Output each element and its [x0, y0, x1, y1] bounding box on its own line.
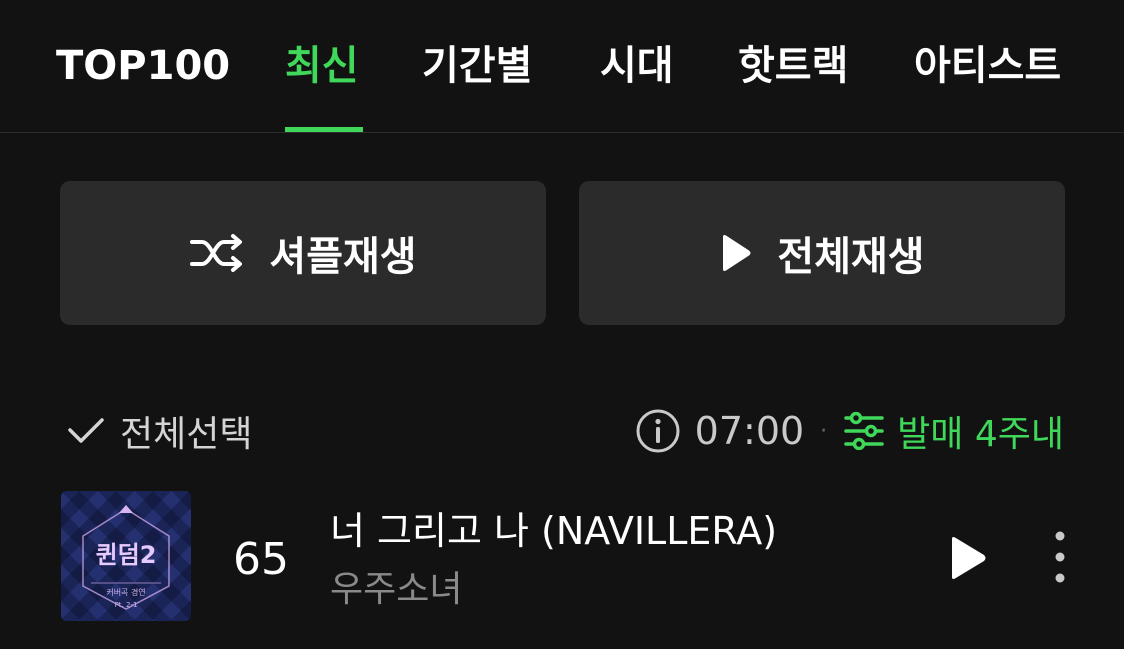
play-icon [719, 233, 753, 273]
shuffle-icon [189, 233, 245, 273]
chart-meta: 07:00 · 발매 4주내 [635, 406, 1064, 456]
select-all-toggle[interactable]: 전체선택 [66, 406, 252, 456]
tab-latest[interactable]: 최신 [285, 42, 359, 90]
checkmark-icon [66, 416, 106, 446]
album-art-title: 퀸덤2 [96, 541, 157, 569]
tab-hot-track[interactable]: 핫트랙 [738, 42, 848, 90]
shuffle-play-button[interactable]: 셔플재생 [60, 181, 546, 325]
shuffle-play-label: 셔플재생 [269, 234, 417, 280]
album-art[interactable]: 퀸덤2 커버곡 경연 Pt. 2-1 [61, 491, 191, 621]
track-more-button[interactable] [1046, 530, 1074, 586]
track-rank: 65 [233, 534, 289, 585]
info-icon[interactable] [635, 408, 681, 454]
tab-by-period[interactable]: 기간별 [422, 42, 532, 90]
tab-top100[interactable]: TOP100 [56, 42, 230, 90]
play-icon [952, 537, 986, 579]
tab-era[interactable]: 시대 [600, 42, 674, 90]
separator-dot: · [820, 418, 828, 444]
chart-category-tabs: TOP100 최신 기간별 시대 핫트랙 아티스트 [0, 0, 1124, 133]
update-time: 07:00 [694, 409, 805, 453]
album-art-subtitle: 커버곡 경연 [106, 587, 145, 597]
active-tab-indicator [285, 127, 363, 132]
more-vertical-icon [1055, 531, 1065, 583]
play-all-button[interactable]: 전체재생 [579, 181, 1065, 325]
release-filter-label: 발매 4주내 [897, 414, 1064, 455]
album-art-part: Pt. 2-1 [115, 601, 138, 609]
tab-artist[interactable]: 아티스트 [914, 42, 1061, 90]
sliders-icon [843, 412, 885, 450]
select-all-label: 전체선택 [120, 414, 253, 455]
track-title[interactable]: 너 그리고 나 (NAVILLERA) [330, 508, 777, 554]
play-all-label: 전체재생 [777, 234, 925, 280]
track-play-button[interactable] [946, 534, 990, 582]
release-filter-button[interactable]: 발매 4주내 [843, 405, 1064, 457]
track-artist[interactable]: 우주소녀 [330, 568, 462, 612]
track-row[interactable]: 퀸덤2 커버곡 경연 Pt. 2-1 65 너 그리고 나 (NAVILLERA… [0, 486, 1124, 626]
